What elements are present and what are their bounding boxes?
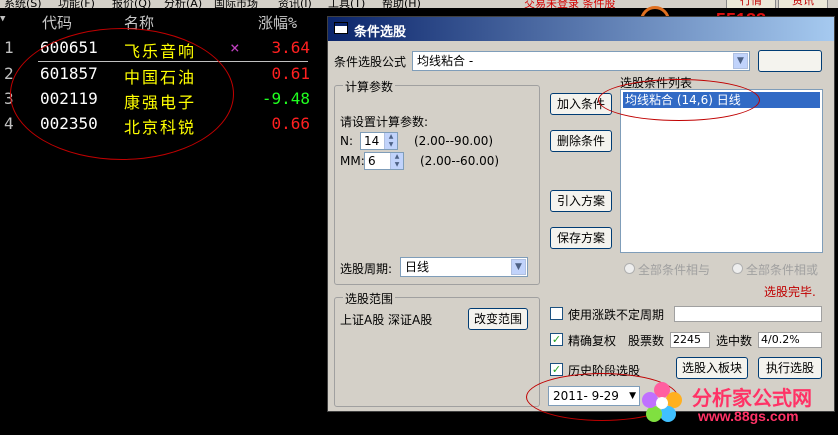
dialog-titlebar[interactable]: 条件选股: [328, 17, 834, 41]
param-mm-label: MM:: [340, 154, 365, 168]
precise-adjust-label: 精确复权: [568, 334, 617, 348]
period-label: 选股周期:: [340, 262, 393, 276]
stock-change: 0.61: [271, 64, 310, 83]
params-prompt: 请设置计算参数:: [340, 115, 429, 129]
variable-period-label: 使用涨跌不定周期: [568, 308, 665, 322]
variable-period-field[interactable]: [674, 306, 822, 322]
stock-change: 0.66: [271, 114, 310, 133]
stock-change: 3.64: [271, 38, 310, 57]
chevron-down-icon[interactable]: ▼: [733, 53, 748, 69]
watermark-line1: 分析家公式网: [692, 386, 812, 410]
stock-count-label: 股票数: [628, 334, 665, 348]
row-index: 4: [4, 114, 14, 133]
delete-condition-button[interactable]: 删除条件: [550, 130, 612, 152]
save-scheme-button[interactable]: 保存方案: [550, 227, 612, 249]
menu-bar: 系统(S) 功能(F) 报价(Q) 分析(A) 国际市场 资讯(I) 工具(T)…: [0, 0, 838, 8]
watermark-bottom: 分析家公式网 www.88gs.com: [640, 380, 838, 435]
news-button[interactable]: 资讯: [778, 0, 828, 8]
formula-label: 条件选股公式: [334, 55, 407, 69]
radio-and[interactable]: [624, 263, 635, 274]
stock-change: -9.48: [261, 89, 310, 108]
param-n-value: 14: [364, 134, 380, 148]
watermark-line2: www.88gs.com: [698, 408, 799, 424]
import-scheme-button[interactable]: 引入方案: [550, 190, 612, 212]
param-mm-range: (2.00--60.00): [420, 154, 500, 168]
header-change[interactable]: 涨幅%: [258, 12, 297, 33]
menu-item[interactable]: 国际市场: [214, 0, 258, 8]
range-text: 上证A股 深证A股: [340, 313, 433, 327]
selected-value: 4/0.2%: [758, 332, 822, 348]
annotation-ellipse: [10, 28, 234, 160]
formula-value: 均线粘合 -: [417, 54, 474, 68]
to-block-button[interactable]: 选股入板块: [676, 357, 748, 379]
variable-period-checkbox[interactable]: [550, 307, 563, 320]
chevron-down-icon[interactable]: ▼: [511, 259, 526, 275]
param-n-range: (2.00--90.00): [414, 134, 494, 148]
history-stage-checkbox[interactable]: ✓: [550, 363, 563, 376]
menu-item[interactable]: 报价(Q): [112, 0, 151, 8]
stepper-arrows-icon[interactable]: ▲ ▼: [390, 153, 403, 169]
radio-and-label: 全部条件相与: [638, 263, 711, 277]
menu-item[interactable]: 帮助(H): [382, 0, 421, 8]
flower-logo-icon: [642, 382, 682, 422]
radio-or[interactable]: [732, 263, 743, 274]
execute-button[interactable]: 执行选股: [758, 357, 822, 379]
menu-item[interactable]: 功能(F): [58, 0, 95, 8]
row-index: 1: [4, 38, 14, 57]
param-n-label: N:: [340, 134, 354, 148]
status-text: 选股完毕.: [764, 285, 816, 299]
window-icon: [334, 22, 348, 34]
login-status-text: 交易未登录 条件股: [524, 0, 616, 8]
menu-item[interactable]: 分析(A): [164, 0, 202, 8]
param-mm-value: 6: [368, 154, 376, 168]
usage-note-button[interactable]: [758, 50, 822, 72]
collapse-arrow-icon[interactable]: ▼: [0, 14, 5, 24]
param-mm-stepper[interactable]: 6 ▲ ▼: [364, 152, 404, 170]
menu-item[interactable]: 资讯(I): [278, 0, 312, 8]
stock-count-value: 2245: [670, 332, 710, 348]
mark-icon: ×: [230, 38, 240, 57]
condition-select-dialog: 条件选股 条件选股公式 均线粘合 - ▼ 计算参数 请设置计算参数: N: 14…: [327, 16, 835, 421]
change-range-button[interactable]: 改变范围: [468, 308, 528, 330]
menu-item[interactable]: 系统(S): [4, 0, 42, 8]
stepper-arrows-icon[interactable]: ▲ ▼: [384, 133, 397, 149]
market-button[interactable]: 行情: [726, 0, 776, 8]
selected-label: 选中数: [716, 334, 753, 348]
params-group-title: 计算参数: [343, 78, 396, 95]
menu-item[interactable]: 工具(T): [328, 0, 365, 8]
range-group-title: 选股范围: [343, 290, 396, 307]
precise-adjust-checkbox[interactable]: ✓: [550, 333, 563, 346]
dialog-title: 条件选股: [354, 25, 407, 40]
header-code[interactable]: 代码: [42, 12, 72, 33]
formula-select[interactable]: 均线粘合 - ▼: [412, 51, 750, 71]
period-select[interactable]: 日线 ▼: [400, 257, 528, 277]
radio-or-label: 全部条件相或: [746, 263, 819, 277]
param-n-stepper[interactable]: 14 ▲ ▼: [360, 132, 398, 150]
annotation-ellipse: [598, 79, 760, 121]
period-value: 日线: [405, 260, 430, 274]
